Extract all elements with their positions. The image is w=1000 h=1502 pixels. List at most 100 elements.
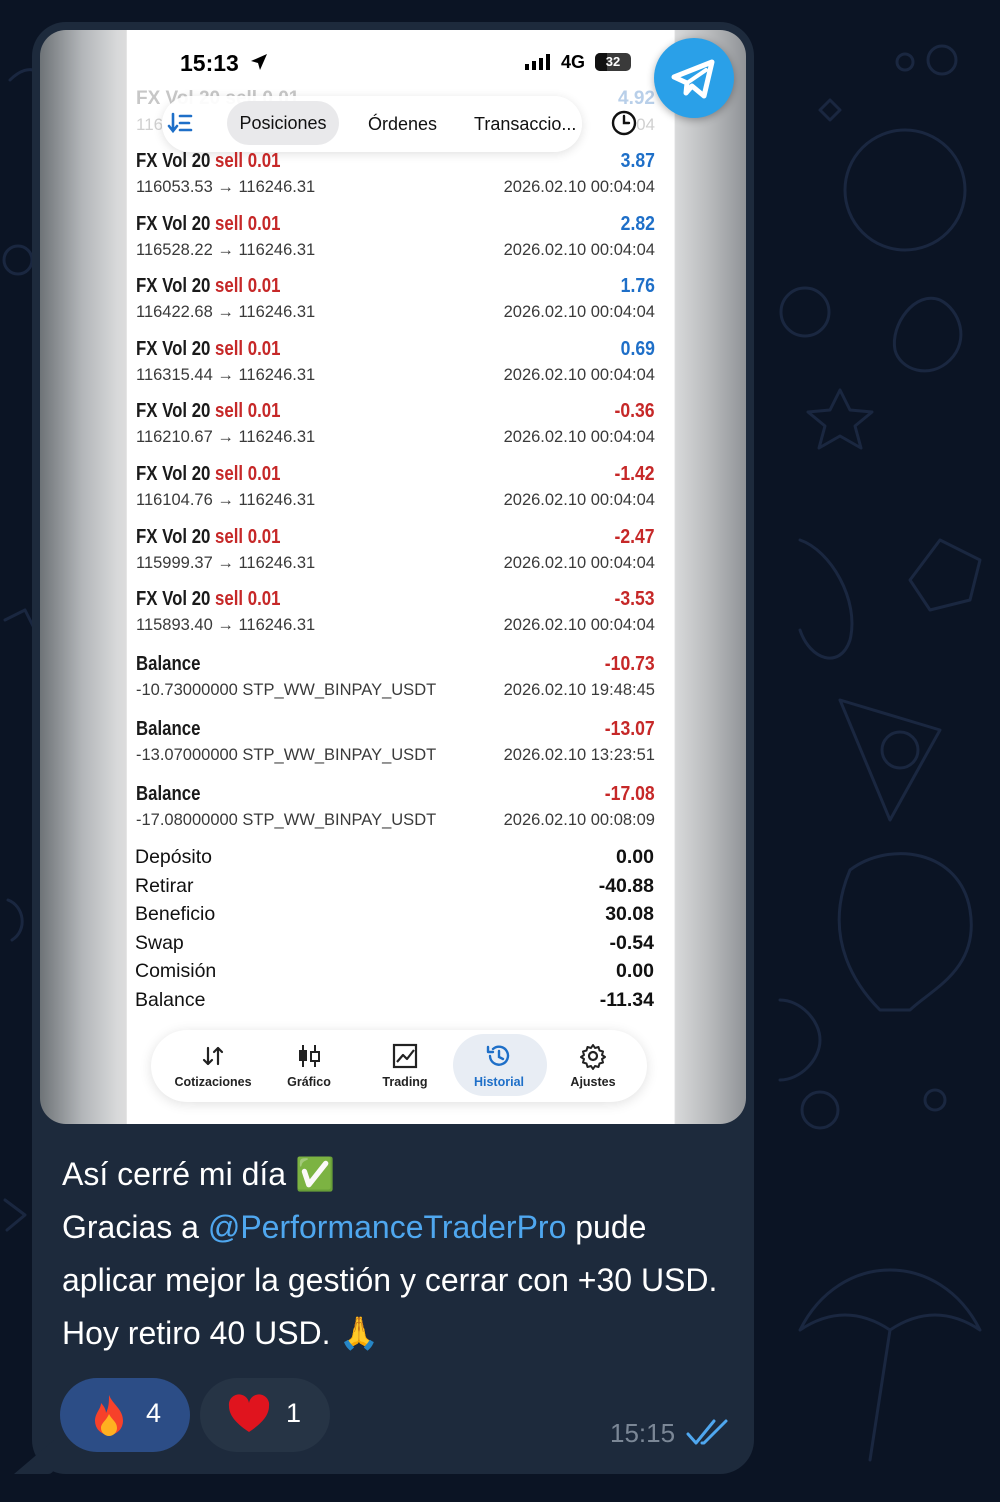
trade-side: sell	[215, 400, 244, 422]
balance-row[interactable]: Balance -13.07 -13.07000000 STP_WW_BINPAY_…	[136, 718, 664, 780]
trade-name: FX Vol 20 sell 0.01	[136, 213, 280, 236]
clock-icon[interactable]	[611, 110, 637, 136]
balance-row[interactable]: Balance -17.08 -17.08000000 STP_WW_BINPAY_…	[136, 783, 664, 845]
reaction-count: 1	[286, 1398, 302, 1428]
nav-label: Gráfico	[287, 1075, 331, 1089]
mention-link[interactable]: @PerformanceTraderPro	[208, 1209, 567, 1245]
paper-plane-icon	[671, 59, 715, 99]
gear-icon	[580, 1044, 606, 1070]
summary-value: 30.08	[605, 903, 654, 925]
telegram-share-button[interactable]	[654, 38, 734, 118]
nav-cotizaciones[interactable]: Cotizaciones	[165, 1030, 261, 1102]
trade-date: 2026.02.10 00:04:04	[503, 241, 655, 259]
trade-profit: 2.82	[620, 213, 655, 235]
trade-name: FX Vol 20 sell 0.01	[136, 463, 280, 486]
trade-row[interactable]: FX Vol 20 sell 0.01 3.87 116053.53 → 11624…	[136, 150, 664, 212]
nav-grafico[interactable]: Gráfico	[261, 1030, 357, 1102]
message-text-part: pude	[566, 1209, 647, 1245]
nav-trading[interactable]: Trading	[357, 1030, 453, 1102]
message-line-4: Hoy retiro 40 USD. 🙏	[62, 1315, 380, 1351]
reaction-fire[interactable]: 4	[60, 1378, 190, 1452]
message-line-1: Así cerré mi día ✅	[62, 1156, 335, 1192]
trade-row[interactable]: FX Vol 20 sell 0.01 -1.42 116104.76 → 1162…	[136, 463, 664, 525]
trade-symbol: FX Vol 20	[136, 150, 211, 172]
sort-icon[interactable]	[167, 112, 193, 134]
tab-transacciones[interactable]: Transaccio...	[474, 114, 576, 135]
trade-volume: 0.01	[247, 150, 281, 172]
trade-date: 2026.02.10 00:04:04	[503, 554, 655, 572]
history-icon	[486, 1045, 510, 1066]
trade-prices: 116104.76 → 116246.31	[136, 491, 316, 509]
ghost-trade-prices: 116	[136, 115, 164, 134]
ghost-trade-date: 04	[636, 115, 655, 134]
tab-ordenes[interactable]: Órdenes	[368, 114, 437, 135]
trade-symbol: FX Vol 20	[136, 463, 211, 485]
fire-emoji-icon	[95, 1395, 123, 1436]
trade-row[interactable]: FX Vol 20 sell 0.01 -2.47 115999.37 → 1162…	[136, 526, 664, 588]
trade-row[interactable]: FX Vol 20 sell 0.01 2.82 116528.22 → 11624…	[136, 213, 664, 275]
trade-volume: 0.01	[247, 526, 281, 548]
message-time: 15:15	[610, 1418, 676, 1448]
trade-symbol: FX Vol 20	[136, 338, 211, 360]
trade-profit: 3.87	[620, 150, 655, 172]
trade-name: FX Vol 20 sell 0.01	[136, 150, 280, 173]
summary-value: -40.88	[598, 874, 654, 897]
trade-row[interactable]: FX Vol 20 sell 0.01 0.69 116315.44 → 11624…	[136, 338, 664, 400]
nav-ajustes[interactable]: Ajustes	[545, 1030, 641, 1102]
balance-date: 2026.02.10 13:23:51	[503, 746, 655, 764]
trade-side: sell	[215, 338, 244, 360]
trade-profit: -3.53	[614, 588, 655, 610]
trade-date: 2026.02.10 00:04:04	[503, 366, 655, 384]
trade-prices: 116528.22 → 116246.31	[136, 241, 316, 259]
trade-row[interactable]: FX Vol 20 sell 0.01 1.76 116422.68 → 11624…	[136, 275, 664, 337]
trade-prices: 116053.53 → 116246.31	[136, 178, 316, 196]
trade-side: sell	[215, 275, 244, 297]
trade-volume: 0.01	[247, 338, 281, 360]
trade-name: FX Vol 20 sell 0.01	[136, 588, 280, 611]
summary-value: 0.00	[616, 960, 654, 982]
summary-label: Swap	[135, 931, 184, 954]
trade-volume: 0.01	[247, 400, 281, 422]
balance-row[interactable]: Balance -10.73 -10.73000000 STP_WW_BINPAY_…	[136, 653, 664, 715]
trade-profit: -2.47	[614, 526, 655, 548]
read-checkmarks-icon	[686, 1419, 728, 1445]
summary-value: 0.00	[616, 846, 654, 868]
status-time: 15:13	[180, 50, 239, 76]
trade-side: sell	[215, 588, 244, 610]
summary-row: Beneficio 30.08	[135, 903, 663, 932]
trade-date: 2026.02.10 00:04:04	[503, 616, 655, 634]
summary-label: Depósito	[135, 846, 212, 868]
trade-date: 2026.02.10 00:04:04	[503, 303, 655, 321]
summary-row: Balance -11.34	[135, 989, 663, 1018]
trade-row[interactable]: FX Vol 20 sell 0.01 -3.53 115893.40 → 1162…	[136, 588, 664, 650]
trade-profit: -0.36	[614, 400, 655, 422]
trade-profit: -1.42	[614, 463, 655, 485]
trade-name: FX Vol 20 sell 0.01	[136, 338, 280, 361]
balance-amount: -13.07	[605, 718, 655, 740]
summary-label: Beneficio	[135, 903, 216, 925]
ghost-trade-profit: 4.92	[618, 88, 655, 109]
trade-symbol: FX Vol 20	[136, 213, 211, 235]
arrows-updown-icon	[202, 1046, 224, 1066]
summary-label: Retirar	[135, 874, 194, 897]
trade-name: FX Vol 20 sell 0.01	[136, 275, 280, 298]
trade-row[interactable]: FX Vol 20 sell 0.01 -0.36 116210.67 → 1162…	[136, 400, 664, 462]
message-text-part: Gracias a	[62, 1209, 208, 1245]
nav-historial[interactable]: Historial	[451, 1030, 547, 1102]
chart-line-icon	[392, 1043, 418, 1069]
status-bar: 15:13 4G 32	[127, 30, 673, 92]
reaction-heart[interactable]: 1	[200, 1378, 330, 1452]
trade-date: 2026.02.10 00:04:04	[503, 491, 655, 509]
nav-label: Trading	[382, 1075, 428, 1089]
trade-symbol: FX Vol 20	[136, 588, 211, 610]
message-text: Así cerré mi día ✅ Gracias a @Performanc…	[62, 1148, 742, 1360]
trade-prices: 116315.44 → 116246.31	[136, 366, 316, 384]
screenshot-photo[interactable]: 15:13 4G 32 FX Vol 20 sell 0.01 4.92 116…	[40, 30, 746, 1124]
trade-name: FX Vol 20 sell 0.01	[136, 526, 280, 549]
summary-row: Retirar -40.88	[135, 875, 663, 904]
tab-posiciones[interactable]: Posiciones	[227, 101, 339, 145]
balance-detail: -10.73000000 STP_WW_BINPAY_USDT	[136, 681, 437, 699]
trade-side: sell	[215, 526, 244, 548]
trade-volume: 0.01	[247, 588, 281, 610]
trade-prices: 115999.37 → 116246.31	[136, 554, 316, 572]
